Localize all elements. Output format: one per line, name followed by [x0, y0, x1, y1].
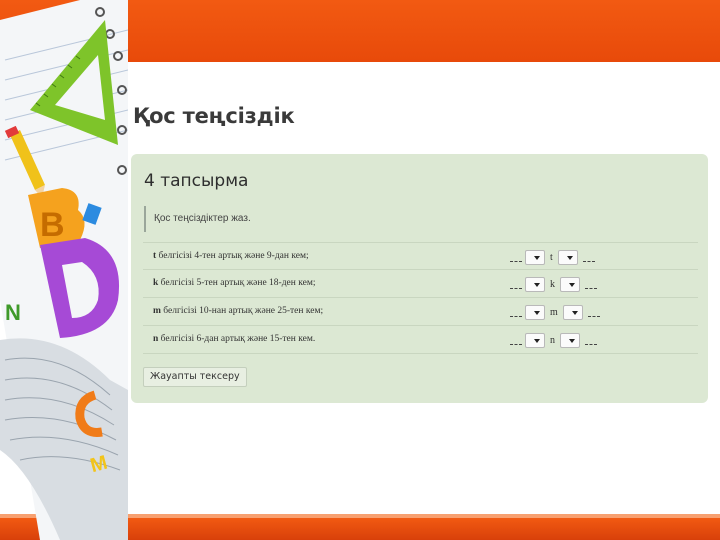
answer-variable: m — [550, 306, 558, 318]
row-description: t белгісізі 4-тен артық және 9-дан кем; — [153, 251, 309, 261]
lower-bound-dropdown[interactable] — [525, 332, 545, 348]
upper-bound-dropdown[interactable] — [562, 304, 583, 320]
upper-bound-dropdown[interactable] — [560, 276, 580, 292]
row-description: m белгісізі 10-нан артық және 25-тен кем… — [153, 306, 323, 316]
table-row: n белгісізі 6-дан артық және 15-тен кем.… — [143, 326, 698, 354]
row-condition: белгісізі 10-нан артық және 25-тен кем; — [160, 306, 324, 316]
blank-line — [510, 335, 522, 345]
blank-line — [585, 279, 597, 289]
row-description: k белгісізі 5-тен артық және 18-ден кем; — [153, 278, 315, 288]
check-answer-button[interactable]: Жауапты тексеру — [143, 367, 247, 387]
upper-bound-dropdown[interactable] — [560, 332, 580, 348]
answer-area: n — [510, 331, 600, 349]
answer-area: m — [510, 303, 603, 321]
task-title: 4 тапсырма — [144, 171, 249, 191]
task-instruction: Қос теңсіздіктер жаз. — [144, 206, 251, 232]
blank-line — [585, 335, 597, 345]
svg-text:B: B — [40, 206, 65, 244]
lower-bound-dropdown[interactable] — [525, 276, 545, 292]
upper-bound-dropdown[interactable] — [557, 249, 578, 265]
blank-line — [510, 279, 522, 289]
blank-line — [582, 252, 595, 262]
table-row: k белгісізі 5-тен артық және 18-ден кем;… — [143, 270, 698, 298]
decorative-school-illustration: B N M — [0, 0, 128, 540]
task-panel: 4 тапсырма Қос теңсіздіктер жаз. t белгі… — [131, 154, 708, 403]
lower-bound-dropdown[interactable] — [525, 249, 545, 265]
blank-line — [510, 252, 522, 262]
answer-variable: k — [550, 278, 555, 290]
answer-area: k — [510, 275, 600, 293]
row-condition: белгісізі 6-дан артық және 15-тен кем. — [158, 334, 316, 344]
answer-variable: n — [550, 334, 555, 346]
row-description: n белгісізі 6-дан артық және 15-тен кем. — [153, 334, 315, 344]
row-variable: m — [153, 306, 161, 316]
svg-text:N: N — [5, 300, 21, 325]
answer-area: t — [510, 248, 598, 266]
blank-line — [587, 307, 600, 317]
inequality-rows: t белгісізі 4-тен артық және 9-дан кем; … — [143, 242, 698, 354]
row-condition: белгісізі 4-тен артық және 9-дан кем; — [156, 251, 309, 261]
table-row: m белгісізі 10-нан артық және 25-тен кем… — [143, 298, 698, 326]
page-title: Қос теңсіздік — [133, 104, 295, 128]
lower-bound-dropdown[interactable] — [525, 304, 545, 320]
blank-line — [510, 307, 522, 317]
answer-variable: t — [550, 251, 553, 263]
row-condition: белгісізі 5-тен артық және 18-ден кем; — [158, 278, 316, 288]
table-row: t белгісізі 4-тен артық және 9-дан кем; … — [143, 242, 698, 270]
